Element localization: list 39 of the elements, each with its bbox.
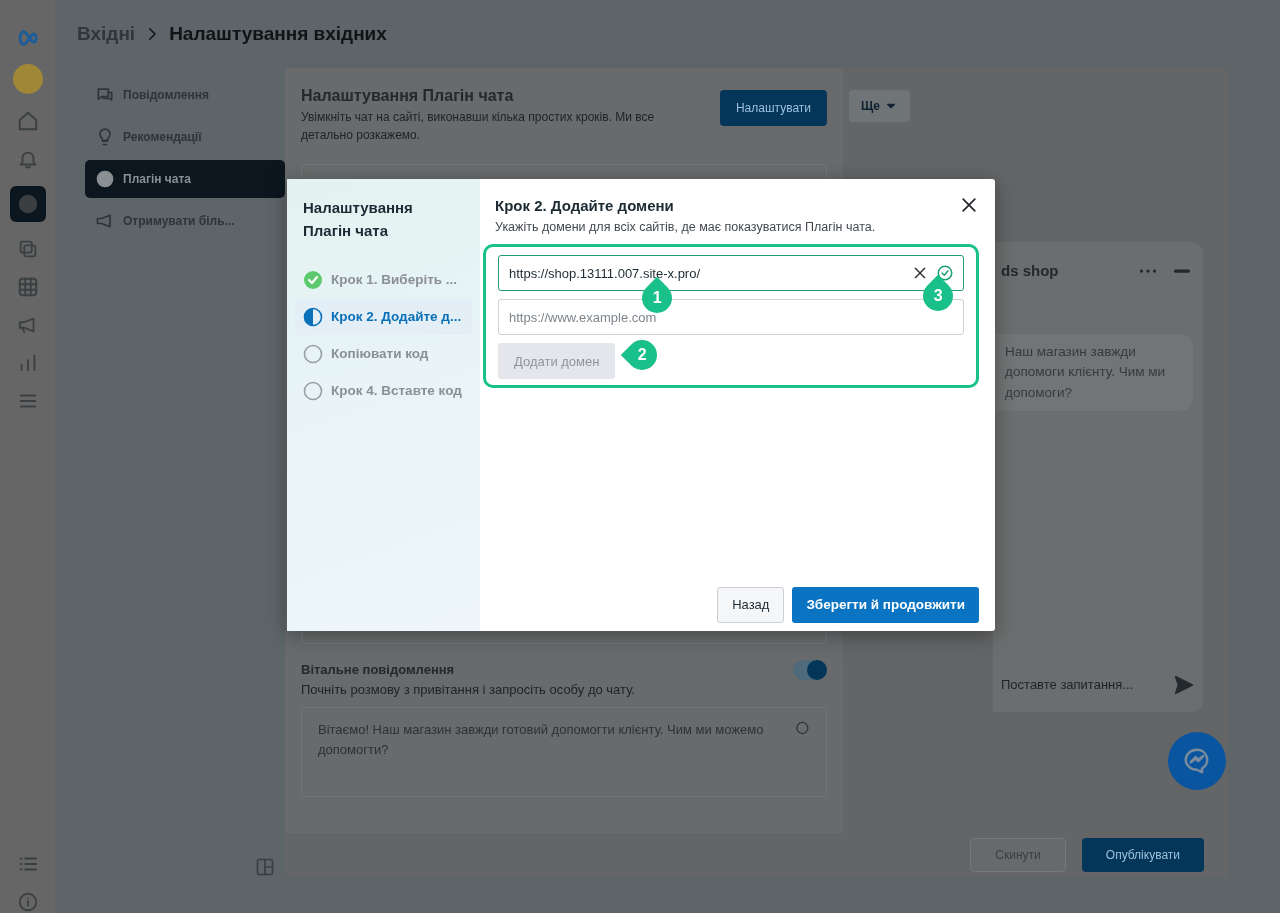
publish-button[interactable]: Опублікувати	[1081, 838, 1204, 872]
panel-title: Налаштування Плагін чата	[301, 86, 515, 106]
message-text: Вітаємо! Наш магазин завжди готовий допомогти клієнту. Чим ми можемо допомогти?	[318, 721, 765, 759]
empty-circle-icon	[303, 344, 323, 364]
page-title: Налаштування вхідних	[169, 21, 387, 46]
modal-title: Крок 2. Додайте домени	[495, 196, 675, 216]
back-button[interactable]: Назад	[717, 587, 785, 623]
messenger-button[interactable]	[1168, 732, 1226, 790]
setup-button[interactable]: Налаштувати	[719, 90, 827, 126]
chat-input[interactable]: Поставте запитання...	[1001, 675, 1134, 695]
message-field[interactable]: Вітаємо! Наш магазин завжди готовий допомогти клієнту. Чим ми можемо допомогти?	[301, 707, 827, 797]
step-item[interactable]: Крок 2. Додайте д...	[295, 299, 472, 335]
step-item[interactable]: Крок 4. Вставте код	[295, 373, 472, 409]
panel-description: Увімкніть чат на сайті, виконавши кілька простих кроків. Ми все детально розкажемо.	[301, 109, 656, 144]
modal-sidebar-title: Налаштування Плагін чата	[302, 198, 414, 241]
toggle-switch[interactable]	[793, 660, 827, 680]
empty-circle-icon	[303, 381, 323, 401]
send-icon[interactable]	[1173, 674, 1195, 696]
save-continue-button[interactable]: Зберегти й продовжити	[792, 587, 979, 623]
more-dropdown[interactable]: Ще	[849, 90, 910, 122]
home-icon[interactable]	[16, 110, 39, 132]
help-icon[interactable]	[16, 891, 39, 913]
layout-icon[interactable]	[255, 857, 275, 877]
check-circle-icon	[303, 270, 323, 290]
emoji-icon[interactable]	[795, 720, 810, 736]
step-item[interactable]: Копіювати код	[295, 336, 472, 372]
modal-description: Укажіть домени для всіх сайтів, де має показуватися Плагін чата.	[495, 218, 876, 236]
settings-menu-item[interactable]: Плагін чата	[85, 160, 285, 198]
chat-tab[interactable]	[9, 186, 46, 222]
close-button[interactable]	[959, 195, 979, 215]
section-title: Вітальне повідомлення	[301, 661, 456, 679]
avatar-circle[interactable]	[12, 64, 43, 94]
check-circle-icon	[936, 264, 954, 283]
chat-message: Наш магазин завжди допомоги клієнту. Чим ми допомоги?	[993, 334, 1193, 411]
close-icon	[959, 195, 979, 215]
step-item[interactable]: Крок 1. Виберіть ...	[295, 262, 472, 298]
chat-name: ds shop	[1001, 260, 1059, 281]
grid-icon[interactable]	[16, 276, 39, 298]
half-circle-icon	[303, 307, 323, 327]
